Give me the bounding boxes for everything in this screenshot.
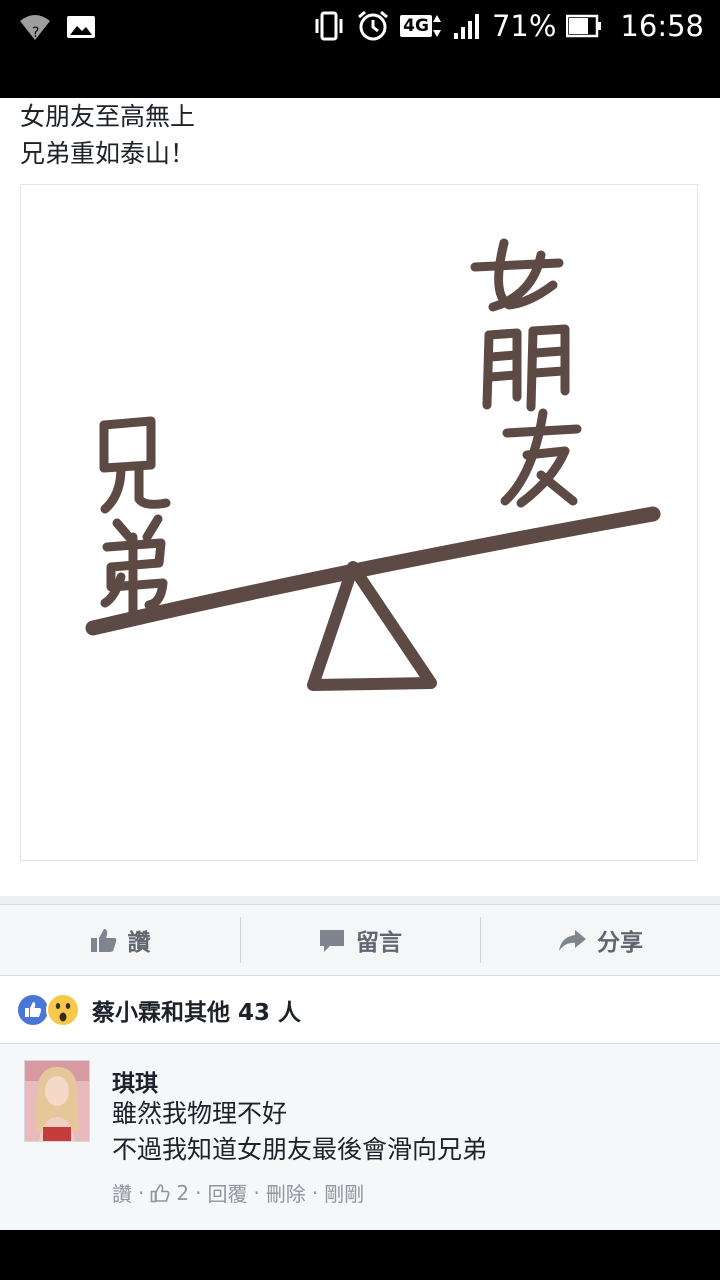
separator: · (195, 1180, 202, 1205)
comment-author[interactable]: 琪琪 (112, 1064, 158, 1098)
share-label: 分享 (597, 930, 643, 956)
comment-body: 雖然我物理不好 不過我知道女朋友最後會滑向兄弟 (112, 1096, 487, 1168)
battery-percent: 71% (491, 9, 557, 43)
battery-icon (566, 13, 602, 39)
thumbs-up-icon (90, 927, 118, 953)
comment-icon (318, 927, 346, 953)
network-type-badge: 4G (400, 13, 442, 39)
post-text: 女朋友至高無上 兄弟重如泰山！ (20, 98, 700, 172)
separator: · (138, 1180, 145, 1205)
thumbs-up-outline-icon (150, 1183, 170, 1203)
signal-icon (452, 11, 482, 41)
comment-line: 雖然我物理不好 (112, 1099, 288, 1128)
comment-label: 留言 (356, 930, 402, 956)
comment-delete-link[interactable]: 刪除 (266, 1178, 306, 1207)
svg-text:?: ? (32, 25, 39, 41)
like-label: 讚 (127, 930, 151, 956)
seesaw-drawing (85, 238, 661, 691)
vibrate-icon (312, 10, 346, 42)
comment-button[interactable]: 留言 (240, 905, 480, 975)
post-text-line: 女朋友至高無上 (20, 102, 196, 131)
status-bar: ? 4G 71% 16:58 (0, 0, 720, 98)
post-action-bar: 讚 留言 分享 (0, 904, 720, 976)
wow-reaction-icon (46, 992, 80, 1027)
wifi-icon: ? (18, 12, 52, 42)
comments-section: 琪琪 雖然我物理不好 不過我知道女朋友最後會滑向兄弟 讚 · 2 · 回覆 · … (0, 1044, 720, 1230)
share-arrow-icon (557, 927, 587, 953)
clock: 16:58 (620, 9, 704, 43)
navigation-bar (0, 1230, 720, 1280)
comment-meta: 讚 · 2 · 回覆 · 刪除 · 剛剛 (112, 1178, 364, 1207)
alarm-icon (356, 9, 390, 43)
comment-like-count: 2 (176, 1180, 190, 1205)
comment-timestamp: 剛剛 (324, 1182, 365, 1206)
comment-reply-link[interactable]: 回覆 (207, 1178, 247, 1207)
reactions-text[interactable]: 蔡小霖和其他 43 人 (92, 993, 301, 1027)
post-text-line: 兄弟重如泰山！ (20, 139, 196, 168)
post-image[interactable] (20, 184, 698, 861)
like-reaction-icon (16, 992, 50, 1027)
like-button[interactable]: 讚 (0, 905, 240, 975)
image-icon (66, 14, 96, 40)
separator: · (253, 1180, 260, 1205)
avatar[interactable] (24, 1060, 90, 1142)
reactions-summary[interactable]: 蔡小霖和其他 43 人 (0, 976, 720, 1044)
share-button[interactable]: 分享 (480, 905, 720, 975)
section-divider (0, 896, 720, 904)
comment-line: 不過我知道女朋友最後會滑向兄弟 (112, 1135, 488, 1164)
separator: · (311, 1180, 319, 1205)
comment-like-link[interactable]: 讚 (112, 1178, 132, 1207)
